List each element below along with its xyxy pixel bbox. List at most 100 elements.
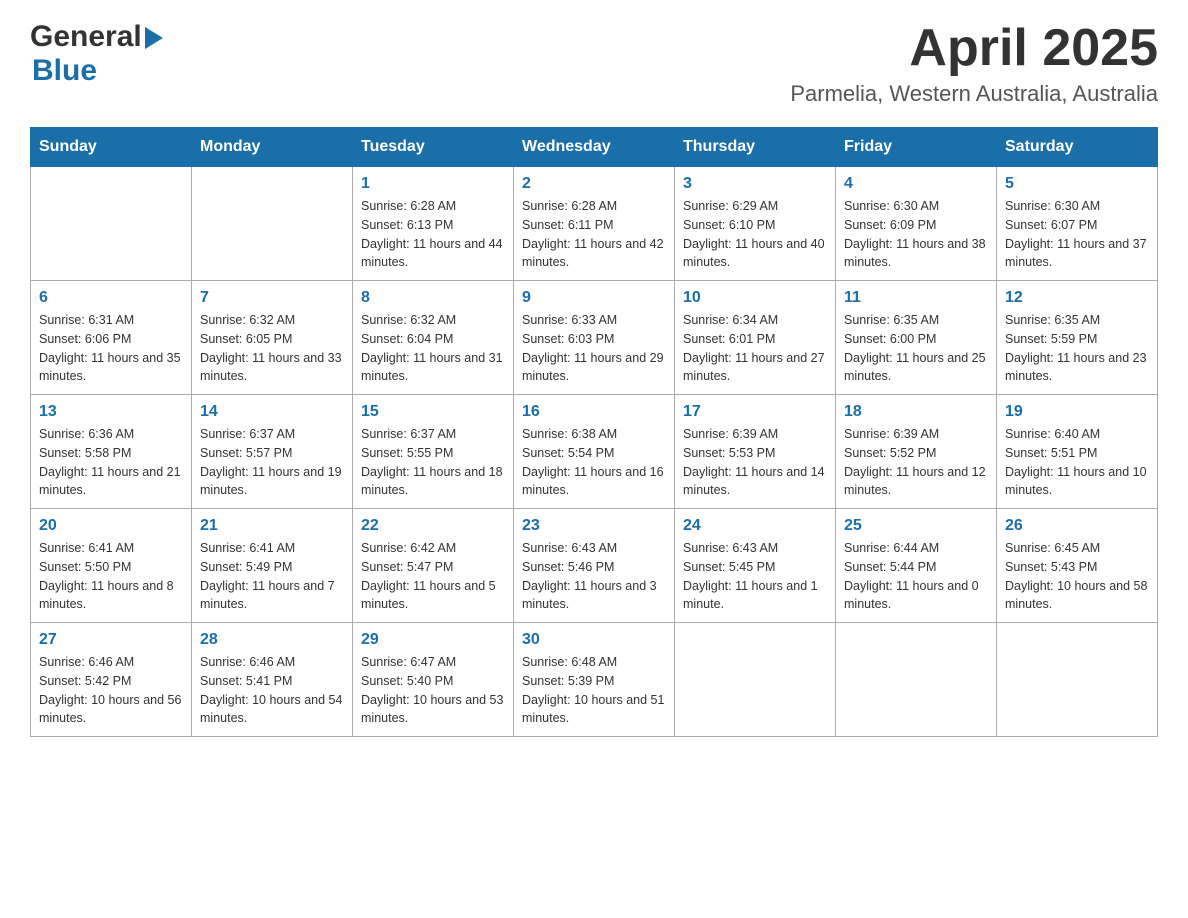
- logo-general-text: General: [30, 20, 142, 54]
- calendar-week-row: 13Sunrise: 6:36 AMSunset: 5:58 PMDayligh…: [31, 395, 1158, 509]
- table-row: 25 Sunrise: 6:44 AMSunset: 5:44 PMDayligh…: [836, 509, 997, 623]
- day-info: Sunrise: 6:44 AMSunset: 5:44 PMDaylight:…: [844, 539, 988, 614]
- day-number: 5: [1005, 175, 1149, 193]
- header-tuesday: Tuesday: [353, 128, 514, 167]
- table-row: 19 Sunrise: 6:40 AMSunset: 5:51 PMDayligh…: [997, 395, 1158, 509]
- day-info: Sunrise: 6:39 AMSunset: 5:53 PMDaylight:…: [683, 425, 827, 500]
- day-info: Sunrise: 6:35 AMSunset: 5:59 PMDaylight:…: [1005, 311, 1149, 386]
- table-row: 12 Sunrise: 6:35 AMSunset: 5:59 PMDayligh…: [997, 281, 1158, 395]
- table-row: [675, 623, 836, 737]
- table-row: 21 Sunrise: 6:41 AMSunset: 5:49 PMDayligh…: [192, 509, 353, 623]
- day-number: 4: [844, 175, 988, 193]
- calendar-week-row: 6 Sunrise: 6:31 AMSunset: 6:06 PMDaylight…: [31, 281, 1158, 395]
- table-row: 9Sunrise: 6:33 AMSunset: 6:03 PMDaylight…: [514, 281, 675, 395]
- table-row: 7 Sunrise: 6:32 AMSunset: 6:05 PMDaylight…: [192, 281, 353, 395]
- day-info: Sunrise: 6:42 AMSunset: 5:47 PMDaylight:…: [361, 539, 505, 614]
- calendar-table: Sunday Monday Tuesday Wednesday Thursday…: [30, 127, 1158, 737]
- day-info: Sunrise: 6:34 AMSunset: 6:01 PMDaylight:…: [683, 311, 827, 386]
- day-number: 9: [522, 289, 666, 307]
- table-row: 4 Sunrise: 6:30 AMSunset: 6:09 PMDaylight…: [836, 167, 997, 281]
- day-info: Sunrise: 6:30 AMSunset: 6:07 PMDaylight:…: [1005, 197, 1149, 272]
- month-title: April 2025: [790, 20, 1158, 77]
- day-number: 24: [683, 517, 827, 535]
- day-info: Sunrise: 6:37 AMSunset: 5:55 PMDaylight:…: [361, 425, 505, 500]
- header-sunday: Sunday: [31, 128, 192, 167]
- table-row: 28 Sunrise: 6:46 AMSunset: 5:41 PMDayligh…: [192, 623, 353, 737]
- day-info: Sunrise: 6:31 AMSunset: 6:06 PMDaylight:…: [39, 311, 183, 386]
- page-header: General Blue April 2025 Parmelia, Wester…: [30, 20, 1158, 107]
- header-friday: Friday: [836, 128, 997, 167]
- day-number: 18: [844, 403, 988, 421]
- day-number: 10: [683, 289, 827, 307]
- location-title: Parmelia, Western Australia, Australia: [790, 81, 1158, 107]
- table-row: 10 Sunrise: 6:34 AMSunset: 6:01 PMDayligh…: [675, 281, 836, 395]
- table-row: [192, 167, 353, 281]
- day-number: 11: [844, 289, 988, 307]
- calendar-week-row: 27 Sunrise: 6:46 AMSunset: 5:42 PMDayligh…: [31, 623, 1158, 737]
- header-wednesday: Wednesday: [514, 128, 675, 167]
- day-number: 30: [522, 631, 666, 649]
- logo-blue-text: Blue: [32, 54, 97, 88]
- table-row: 5 Sunrise: 6:30 AMSunset: 6:07 PMDaylight…: [997, 167, 1158, 281]
- day-info: Sunrise: 6:45 AMSunset: 5:43 PMDaylight:…: [1005, 539, 1149, 614]
- day-number: 21: [200, 517, 344, 535]
- table-row: 24 Sunrise: 6:43 AMSunset: 5:45 PMDayligh…: [675, 509, 836, 623]
- table-row: 29Sunrise: 6:47 AMSunset: 5:40 PMDayligh…: [353, 623, 514, 737]
- day-info: Sunrise: 6:40 AMSunset: 5:51 PMDaylight:…: [1005, 425, 1149, 500]
- day-number: 28: [200, 631, 344, 649]
- day-info: Sunrise: 6:37 AMSunset: 5:57 PMDaylight:…: [200, 425, 344, 500]
- table-row: 1 Sunrise: 6:28 AMSunset: 6:13 PMDaylight…: [353, 167, 514, 281]
- day-info: Sunrise: 6:28 AMSunset: 6:13 PMDaylight:…: [361, 197, 505, 272]
- table-row: [31, 167, 192, 281]
- table-row: [836, 623, 997, 737]
- header-saturday: Saturday: [997, 128, 1158, 167]
- day-number: 8: [361, 289, 505, 307]
- day-info: Sunrise: 6:46 AMSunset: 5:42 PMDaylight:…: [39, 653, 183, 728]
- day-info: Sunrise: 6:41 AMSunset: 5:50 PMDaylight:…: [39, 539, 183, 614]
- day-number: 19: [1005, 403, 1149, 421]
- day-info: Sunrise: 6:46 AMSunset: 5:41 PMDaylight:…: [200, 653, 344, 728]
- day-info: Sunrise: 6:41 AMSunset: 5:49 PMDaylight:…: [200, 539, 344, 614]
- day-number: 26: [1005, 517, 1149, 535]
- logo: General Blue: [30, 20, 163, 88]
- table-row: 16Sunrise: 6:38 AMSunset: 5:54 PMDayligh…: [514, 395, 675, 509]
- day-number: 14: [200, 403, 344, 421]
- table-row: 18Sunrise: 6:39 AMSunset: 5:52 PMDayligh…: [836, 395, 997, 509]
- day-number: 16: [522, 403, 666, 421]
- table-row: 30 Sunrise: 6:48 AMSunset: 5:39 PMDayligh…: [514, 623, 675, 737]
- logo-triangle-icon: [145, 27, 163, 49]
- day-info: Sunrise: 6:43 AMSunset: 5:46 PMDaylight:…: [522, 539, 666, 614]
- day-number: 20: [39, 517, 183, 535]
- day-number: 29: [361, 631, 505, 649]
- header-thursday: Thursday: [675, 128, 836, 167]
- day-info: Sunrise: 6:48 AMSunset: 5:39 PMDaylight:…: [522, 653, 666, 728]
- table-row: 14 Sunrise: 6:37 AMSunset: 5:57 PMDayligh…: [192, 395, 353, 509]
- table-row: 22Sunrise: 6:42 AMSunset: 5:47 PMDayligh…: [353, 509, 514, 623]
- table-row: 26 Sunrise: 6:45 AMSunset: 5:43 PMDayligh…: [997, 509, 1158, 623]
- day-info: Sunrise: 6:29 AMSunset: 6:10 PMDaylight:…: [683, 197, 827, 272]
- day-info: Sunrise: 6:32 AMSunset: 6:05 PMDaylight:…: [200, 311, 344, 386]
- day-number: 12: [1005, 289, 1149, 307]
- day-number: 17: [683, 403, 827, 421]
- day-info: Sunrise: 6:32 AMSunset: 6:04 PMDaylight:…: [361, 311, 505, 386]
- day-number: 6: [39, 289, 183, 307]
- day-number: 1: [361, 175, 505, 193]
- table-row: 2 Sunrise: 6:28 AMSunset: 6:11 PMDaylight…: [514, 167, 675, 281]
- day-number: 7: [200, 289, 344, 307]
- day-info: Sunrise: 6:28 AMSunset: 6:11 PMDaylight:…: [522, 197, 666, 272]
- day-number: 13: [39, 403, 183, 421]
- day-info: Sunrise: 6:30 AMSunset: 6:09 PMDaylight:…: [844, 197, 988, 272]
- day-info: Sunrise: 6:43 AMSunset: 5:45 PMDaylight:…: [683, 539, 827, 614]
- table-row: 6 Sunrise: 6:31 AMSunset: 6:06 PMDaylight…: [31, 281, 192, 395]
- day-info: Sunrise: 6:35 AMSunset: 6:00 PMDaylight:…: [844, 311, 988, 386]
- table-row: 8 Sunrise: 6:32 AMSunset: 6:04 PMDaylight…: [353, 281, 514, 395]
- day-number: 3: [683, 175, 827, 193]
- title-area: April 2025 Parmelia, Western Australia, …: [790, 20, 1158, 107]
- table-row: 17 Sunrise: 6:39 AMSunset: 5:53 PMDayligh…: [675, 395, 836, 509]
- day-number: 27: [39, 631, 183, 649]
- day-number: 2: [522, 175, 666, 193]
- day-number: 15: [361, 403, 505, 421]
- day-number: 25: [844, 517, 988, 535]
- calendar-week-row: 1 Sunrise: 6:28 AMSunset: 6:13 PMDaylight…: [31, 167, 1158, 281]
- table-row: 27 Sunrise: 6:46 AMSunset: 5:42 PMDayligh…: [31, 623, 192, 737]
